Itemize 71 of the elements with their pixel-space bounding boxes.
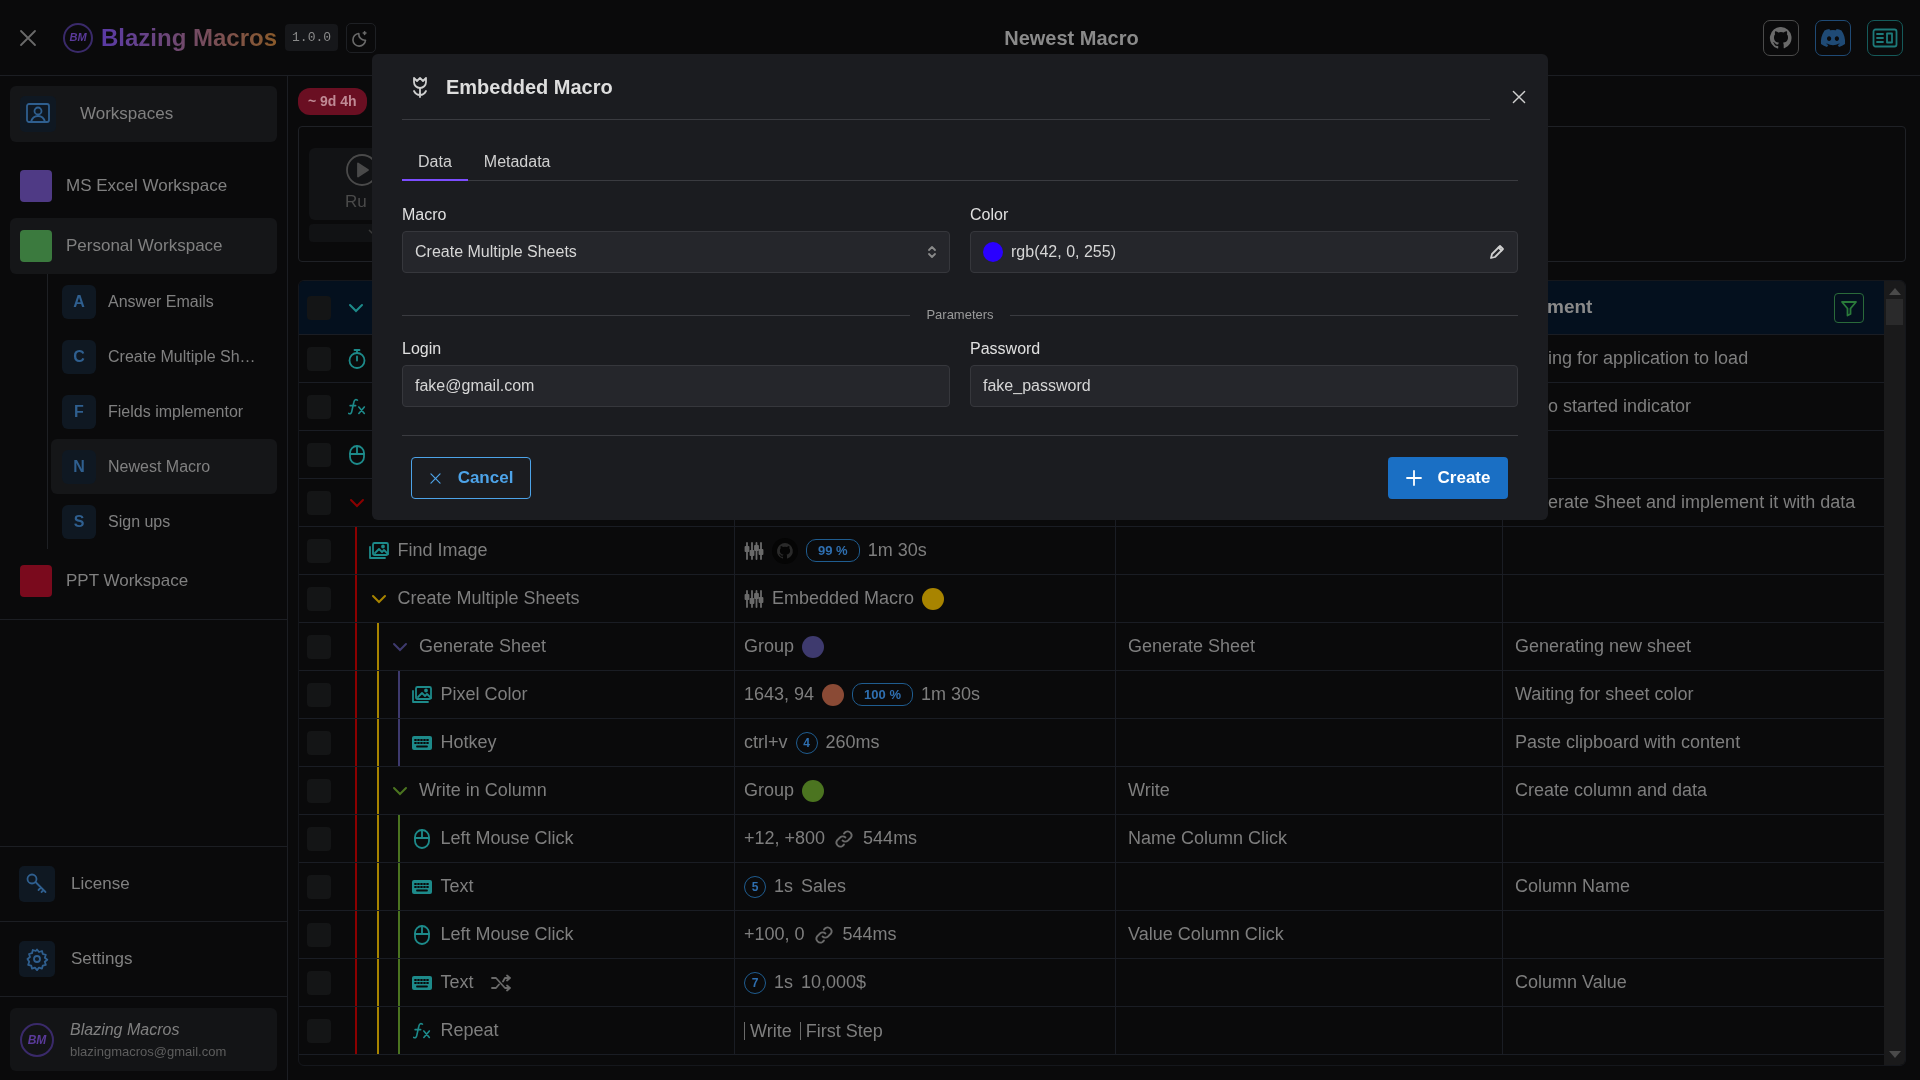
step-name: Left Mouse Click — [440, 827, 574, 850]
table-cell-text: Write — [1128, 779, 1170, 802]
parameter-text: 1m 30s — [920, 683, 980, 706]
field-label: Macro — [402, 205, 448, 225]
profile-avatar: BM — [20, 1022, 54, 1057]
parameter-text: 544ms — [842, 923, 897, 946]
parameter-text: +12, +800 — [744, 827, 826, 850]
workspace-name: MS Excel Workspace — [66, 175, 228, 198]
parameter-text: Group — [744, 779, 795, 802]
table-cell-text: Paste clipboard with content — [1515, 731, 1741, 754]
workspace-name: PPT Workspace — [66, 570, 189, 593]
table-cell-text: Create column and data — [1515, 779, 1708, 802]
step-name: Find Image — [397, 539, 488, 562]
macro-name: Newest Macro — [108, 456, 211, 477]
match-percent-badge: 100 % — [852, 682, 913, 707]
step-name: Text — [440, 875, 474, 898]
macro-letter: S — [62, 504, 96, 539]
table-cell-text: Generate Sheet — [1128, 635, 1256, 658]
table-cell-text: ing for application to load — [1548, 347, 1749, 370]
field-label: Color — [970, 205, 1010, 225]
dialog-title: Embedded Macro — [446, 74, 613, 100]
parameter-text: 260ms — [825, 731, 880, 754]
parameter-text: 544ms — [863, 827, 918, 850]
step-name: Generate Sheet — [419, 635, 547, 658]
parameter-text: Sales — [801, 875, 847, 898]
table-cell-text: Value Column Click — [1128, 923, 1284, 946]
macro-name: Fields implementor — [108, 401, 244, 422]
step-name: Repeat — [440, 1019, 499, 1042]
table-cell-text: Name Column Click — [1128, 827, 1288, 850]
table-cell-text: Generating new sheet — [1515, 635, 1692, 658]
macro-letter: N — [62, 449, 96, 484]
table-cell-text: Column Value — [1515, 971, 1627, 994]
macro-name: Answer Emails — [108, 291, 214, 312]
macro-letter: F — [62, 394, 96, 429]
profile-name: Blazing Macros — [70, 1019, 181, 1040]
step-reference: Write — [744, 1021, 792, 1040]
parameter-text: Embedded Macro — [772, 587, 915, 610]
step-reference: First Step — [799, 1021, 883, 1040]
logo: BM — [63, 22, 93, 53]
parameter-text: 10,000$ — [801, 971, 867, 994]
field-label: Login — [402, 339, 443, 359]
parameter-text: Group — [744, 635, 795, 658]
match-percent-badge: 99 % — [806, 538, 860, 563]
step-name: Pixel Color — [440, 683, 528, 706]
window-title: Newest Macro — [1004, 26, 1139, 49]
step-name: Left Mouse Click — [440, 923, 574, 946]
time-remaining-badge: ~ 9d 4h — [298, 88, 367, 115]
step-name: Write in Column — [419, 779, 547, 802]
parameter-text: ctrl+v — [744, 731, 788, 754]
table-cell-text: Waiting for sheet color — [1515, 683, 1694, 706]
step-name: Create Multiple Sheets — [397, 587, 580, 610]
table-cell-text: o started indicator — [1548, 395, 1692, 418]
table-cell-text: erate Sheet and implement it with data — [1548, 491, 1856, 514]
step-name: Hotkey — [440, 731, 497, 754]
workspace-name: Personal Workspace — [66, 235, 223, 258]
parameter-text: 1s — [774, 971, 793, 994]
macro-name: Create Multiple Sh… — [108, 346, 256, 367]
column-header: ment — [1547, 295, 1593, 320]
step-name: Text — [440, 971, 474, 994]
version-badge: 1.0.0 — [285, 23, 339, 52]
parameter-text: 1m 30s — [867, 539, 927, 562]
parameter-text: +100, 0 — [744, 923, 805, 946]
macro-letter: A — [62, 284, 96, 319]
macro-letter: C — [62, 339, 96, 374]
field-label: Password — [970, 339, 1042, 359]
macro-name: Sign ups — [108, 511, 171, 532]
section-title: Parameters — [926, 306, 994, 325]
parameter-text: 1s — [774, 875, 793, 898]
parameter-text: 1643, 94 — [744, 683, 815, 706]
profile-email: blazingmacros@gmail.com — [70, 1042, 227, 1061]
table-cell-text: Column Name — [1515, 875, 1631, 898]
